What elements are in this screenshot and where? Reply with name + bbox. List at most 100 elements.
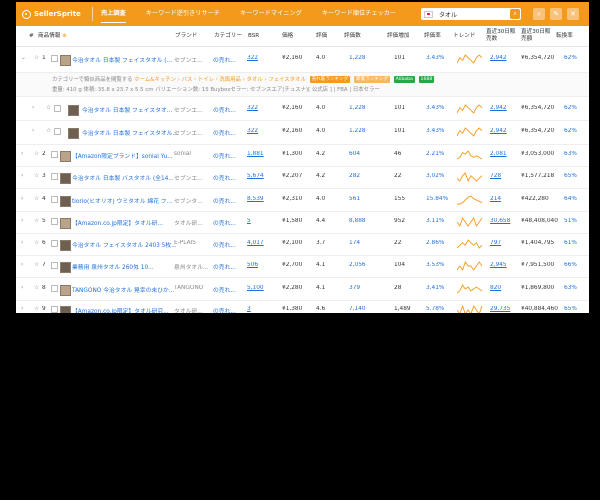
trend-sparkline[interactable] (457, 261, 483, 271)
trend-sparkline[interactable] (457, 239, 483, 249)
reviews-cell[interactable]: 1,228 (349, 105, 366, 111)
expand-icon[interactable]: ⌄ (21, 55, 26, 61)
search-input[interactable]: タオル (439, 10, 510, 19)
expand-icon[interactable]: › (21, 240, 23, 246)
favorite-icon[interactable]: ☆ (46, 128, 51, 134)
star-icon[interactable]: ☆ (34, 173, 39, 179)
bsr-cell[interactable]: 322 (247, 55, 258, 61)
row-checkbox[interactable] (51, 196, 58, 203)
trend-sparkline[interactable] (457, 127, 483, 137)
star-icon[interactable]: ☆ (34, 306, 39, 312)
bsr-cell[interactable]: 5 (247, 218, 251, 224)
favorite-icon[interactable]: ☆ (46, 105, 51, 111)
row-checkbox[interactable] (51, 306, 58, 313)
row-checkbox[interactable] (51, 173, 58, 180)
sales-30d-cell[interactable]: 2,942 (490, 55, 507, 61)
reviews-cell[interactable]: 561 (349, 196, 360, 202)
header-sales-30d[interactable]: 直近30日販売数 (486, 29, 516, 43)
product-thumbnail[interactable] (60, 173, 71, 184)
category-cell[interactable]: の売れ... (213, 131, 236, 137)
table-row[interactable]: › ☆ 8 TANGONO 今治タオル 晃幸の未ひか... TANGONO の売れ... 5… (16, 277, 589, 301)
product-title-link[interactable]: 【Amazon限定ブランド】sonial Yu... (72, 154, 173, 160)
header-conversion[interactable]: 転換率 (556, 26, 573, 46)
search-box[interactable]: タオル ⌕ (421, 8, 521, 20)
trend-sparkline[interactable] (457, 172, 483, 182)
sales-30d-cell[interactable]: 797 (490, 240, 501, 246)
row-checkbox[interactable] (51, 262, 58, 269)
table-row[interactable]: › ☆ 2 【Amazon限定ブランド】sonial Yu... sonial の売れ..… (16, 144, 589, 167)
product-title-link[interactable]: 今治タオル 日本製 フェイスタオ... (82, 108, 172, 114)
product-title-link[interactable]: 今治タオル 日本製 フェイスタオル (... (72, 58, 172, 64)
sales-30d-cell[interactable]: 214 (490, 196, 501, 202)
header-rating[interactable]: 評価 (316, 26, 327, 46)
sales-30d-cell[interactable]: 2,945 (490, 262, 507, 268)
reviews-cell[interactable]: 379 (349, 285, 360, 291)
reviews-cell[interactable]: 282 (349, 173, 360, 179)
table-row[interactable]: › ☆ 6 今治タオル フェイスタオル 2403 5枚... E-PLAIS の売れ...… (16, 233, 589, 256)
star-icon[interactable]: ☆ (34, 240, 39, 246)
table-row[interactable]: › ☆ 4 tiorio(ヒオリオ) ウミタオル 綿花 フ... セブンタ... の売れ.… (16, 188, 589, 212)
category-cell[interactable]: の売れ... (213, 309, 236, 313)
bsr-cell[interactable]: 8,539 (247, 196, 264, 202)
bsr-cell[interactable]: 506 (247, 262, 258, 268)
table-row[interactable]: › ☆ 5 【Amazon.co.jp限定】タオル研... タオル研... の売れ... 5… (16, 211, 589, 234)
bsr-cell[interactable]: 322 (247, 105, 258, 111)
bsr-cell[interactable]: 5,100 (247, 285, 264, 291)
bsr-cell[interactable]: 322 (247, 128, 258, 134)
category-cell[interactable]: の売れ... (213, 154, 236, 160)
row-checkbox[interactable] (51, 285, 58, 292)
header-bsr[interactable]: BSR (248, 26, 259, 46)
close-icon[interactable]: ✕ (567, 8, 579, 20)
search-icon[interactable]: ⌕ (510, 9, 520, 19)
star-icon[interactable]: ☆ (34, 285, 39, 291)
product-title-link[interactable]: TANGONO 今治タオル 晃幸の未ひか... (72, 288, 174, 294)
table-row[interactable]: › ☆ 今治タオル 日本製 フェイスタオル... セブンエ... の売れ... 322 ¥2… (16, 120, 589, 145)
reviews-cell[interactable]: 7,140 (349, 306, 366, 312)
expand-icon[interactable]: › (32, 105, 34, 111)
category-path-link[interactable]: ホーム&キッチン › バス・トイレ・洗面用品 › タオル › フェイスタオル (134, 77, 306, 83)
sales-30d-cell[interactable]: 30,658 (490, 218, 510, 224)
expand-icon[interactable]: › (21, 262, 23, 268)
product-title-link[interactable]: 今治タオル 日本製 フェイスタオル... (82, 131, 178, 137)
bsr-cell[interactable]: 1,881 (247, 151, 264, 157)
category-cell[interactable]: の売れ... (213, 176, 236, 182)
expand-icon[interactable]: › (21, 151, 23, 157)
bsr-cell[interactable]: 4,017 (247, 240, 264, 246)
star-icon[interactable]: ☆ (34, 218, 39, 224)
reviews-cell[interactable]: 1,228 (349, 55, 366, 61)
row-checkbox[interactable] (51, 151, 58, 158)
header-product[interactable]: 商品情報 ⊕ (38, 26, 67, 46)
header-reviews-added[interactable]: 評価増加 (387, 26, 409, 46)
reviews-cell[interactable]: 174 (349, 240, 360, 246)
product-thumbnail[interactable] (68, 128, 79, 139)
row-checkbox[interactable] (51, 55, 58, 62)
trend-sparkline[interactable] (457, 284, 483, 294)
sales-30d-cell[interactable]: 2,942 (490, 128, 507, 134)
tab-keyword-mining[interactable]: キーワードマイニング (240, 2, 302, 26)
reviews-cell[interactable]: 604 (349, 151, 360, 157)
expand-icon[interactable]: › (21, 218, 23, 224)
product-thumbnail[interactable] (60, 151, 71, 162)
category-cell[interactable]: の売れ... (213, 288, 236, 294)
header-price[interactable]: 価格 (282, 26, 293, 46)
sales-30d-cell[interactable]: 728 (490, 173, 501, 179)
product-title-link[interactable]: 今治タオル フェイスタオル 2403 5枚... (72, 243, 176, 249)
table-row[interactable]: › ☆ 今治タオル 日本製 フェイスタオ... セブンエ... の売れ... 322 ¥2,… (16, 97, 589, 121)
logo[interactable]: SellerSprite (22, 9, 92, 19)
best-seller-tag[interactable]: 売れ筋ランキング (309, 76, 351, 83)
tab-reverse-keyword-research[interactable]: キーワード逆引きリサーチ (146, 2, 220, 26)
row-checkbox[interactable] (51, 218, 58, 225)
tab-sales-research[interactable]: 売上調査 (101, 2, 126, 26)
category-cell[interactable]: の売れ... (213, 199, 236, 205)
category-cell[interactable]: の売れ... (213, 221, 236, 227)
trend-sparkline[interactable] (457, 54, 483, 64)
alibaba-tag[interactable]: Alibaba (393, 76, 415, 83)
product-thumbnail[interactable] (60, 262, 71, 273)
product-thumbnail[interactable] (60, 55, 71, 66)
header-category[interactable]: カテゴリー (214, 26, 242, 46)
bsr-cell[interactable]: 5,674 (247, 173, 264, 179)
header-brand[interactable]: ブランド (175, 26, 197, 46)
product-title-link[interactable]: 【Amazon.co.jp限定】タオル研... (72, 221, 163, 227)
product-thumbnail[interactable] (60, 218, 71, 229)
new-release-tag[interactable]: 新着ランキング (353, 76, 390, 83)
